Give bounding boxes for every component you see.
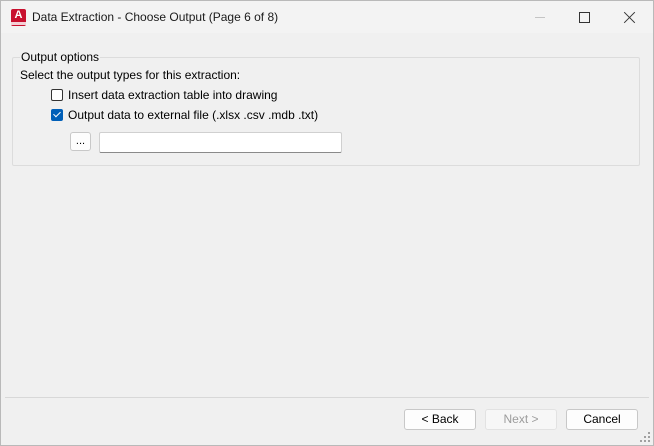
window-title: Data Extraction - Choose Output (Page 6 … bbox=[32, 10, 279, 24]
cancel-button[interactable]: Cancel bbox=[566, 409, 638, 430]
app-icon-letter: A bbox=[14, 9, 23, 21]
insert-table-checkbox[interactable] bbox=[51, 89, 63, 101]
external-file-label[interactable]: Output data to external file (.xlsx .csv… bbox=[68, 108, 318, 122]
output-options-legend: Output options bbox=[20, 50, 101, 64]
autocad-app-icon: A bbox=[11, 9, 26, 26]
maximize-icon bbox=[578, 11, 590, 23]
back-button[interactable]: < Back bbox=[404, 409, 476, 430]
output-file-path-input[interactable] bbox=[99, 132, 342, 153]
maximize-button[interactable] bbox=[561, 1, 607, 33]
next-button: Next > bbox=[485, 409, 557, 430]
external-file-option[interactable]: Output data to external file (.xlsx .csv… bbox=[51, 107, 318, 123]
close-button[interactable] bbox=[607, 1, 653, 33]
browse-button[interactable]: ... bbox=[70, 132, 91, 151]
close-icon bbox=[624, 11, 636, 23]
footer-divider bbox=[5, 397, 649, 398]
minimize-icon bbox=[535, 16, 545, 18]
instruction-text: Select the output types for this extract… bbox=[20, 68, 241, 82]
dialog-window: A Data Extraction - Choose Output (Page … bbox=[0, 0, 654, 446]
resize-grip-icon[interactable] bbox=[640, 432, 650, 442]
insert-table-label[interactable]: Insert data extraction table into drawin… bbox=[68, 88, 277, 102]
minimize-button bbox=[517, 1, 563, 33]
insert-table-option[interactable]: Insert data extraction table into drawin… bbox=[51, 87, 277, 103]
external-file-checkbox[interactable] bbox=[51, 109, 63, 121]
title-bar[interactable]: A Data Extraction - Choose Output (Page … bbox=[1, 1, 653, 33]
